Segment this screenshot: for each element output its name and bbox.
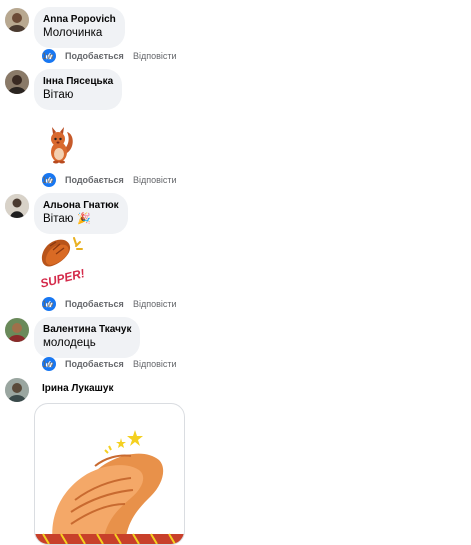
comment-actions: 1w Подобається Відповісти bbox=[42, 357, 177, 371]
avatar[interactable] bbox=[5, 70, 29, 94]
comment-author[interactable]: Альона Гнатюк bbox=[43, 199, 119, 212]
avatar[interactable] bbox=[5, 194, 29, 218]
like-button[interactable]: Подобається bbox=[65, 49, 124, 63]
comment-bubble: Валентина Ткачук молодець bbox=[34, 317, 141, 358]
comment-actions: 1w Подобається Відповісти bbox=[42, 297, 177, 311]
avatar[interactable] bbox=[5, 8, 29, 32]
comment-bubble: Anna Popovich Молочинка bbox=[34, 7, 125, 48]
clapping-hands-gif[interactable] bbox=[34, 403, 185, 545]
like-button[interactable]: Подобається bbox=[65, 297, 124, 311]
comment-text-value: Вітаю bbox=[43, 213, 74, 225]
reply-button[interactable]: Відповісти bbox=[133, 297, 177, 311]
comment-time[interactable]: 1w bbox=[42, 49, 54, 63]
reply-button[interactable]: Відповісти bbox=[133, 49, 177, 63]
comment-text: Вітаю bbox=[43, 89, 74, 101]
avatar[interactable] bbox=[5, 318, 29, 342]
comment-text: Молочинка bbox=[43, 27, 103, 39]
super-sticker-text: SUPER! bbox=[39, 266, 86, 290]
party-popper-icon: 🎉 bbox=[77, 213, 92, 225]
comment-bubble: Інна Пясецька Вітаю bbox=[34, 69, 123, 110]
comment-text: молодець bbox=[43, 337, 96, 349]
comment-actions: 1w Подобається Відповісти bbox=[42, 49, 177, 63]
comment-actions: 1w Подобається Відповісти bbox=[42, 173, 177, 187]
like-button[interactable]: Подобається bbox=[65, 173, 124, 187]
super-clap-sticker[interactable]: SUPER! bbox=[38, 234, 88, 290]
comment-time[interactable]: 1w bbox=[42, 297, 54, 311]
comment-time[interactable]: 1w bbox=[42, 173, 54, 187]
like-button[interactable]: Подобається bbox=[65, 357, 124, 371]
comment-author[interactable]: Anna Popovich bbox=[43, 13, 116, 26]
reply-button[interactable]: Відповісти bbox=[133, 357, 177, 371]
comment-time[interactable]: 1w bbox=[42, 357, 54, 371]
comment-author[interactable]: Ірина Лукашук bbox=[42, 382, 113, 395]
comment-bubble: Альона Гнатюк Вітаю 🎉 bbox=[34, 193, 128, 234]
squirrel-sticker[interactable] bbox=[45, 124, 75, 164]
comment-text: Вітаю 🎉 bbox=[43, 212, 119, 227]
reply-button[interactable]: Відповісти bbox=[133, 173, 177, 187]
comment-author[interactable]: Валентина Ткачук bbox=[43, 323, 131, 336]
avatar[interactable] bbox=[5, 378, 29, 402]
comment-author[interactable]: Інна Пясецька bbox=[43, 75, 113, 88]
